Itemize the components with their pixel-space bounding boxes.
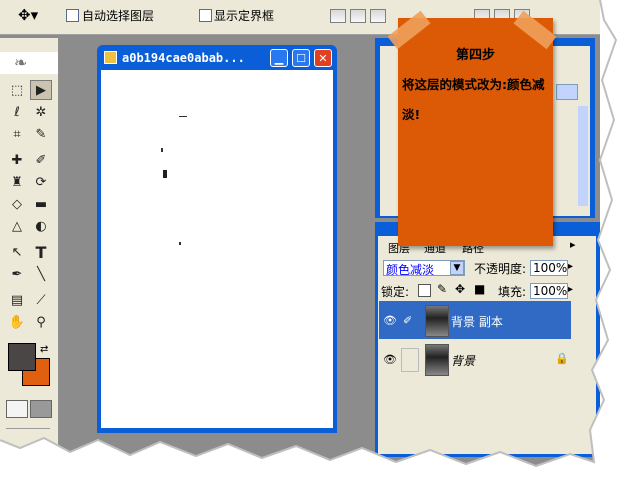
healing-brush-icon[interactable]: ✚	[6, 150, 28, 170]
lock-position-icon[interactable]: ✥	[455, 282, 465, 296]
text-tool-icon[interactable]: T	[30, 242, 52, 262]
document-title: a0b194cae0abab...	[122, 51, 245, 65]
sketch-mark	[163, 170, 167, 178]
panel-menu-button[interactable]	[556, 84, 578, 100]
feather-icon: ❧	[14, 53, 28, 72]
eye-icon[interactable]: 👁	[383, 353, 397, 366]
eyedropper-icon[interactable]: ⟋	[30, 290, 52, 310]
brush-link-icon[interactable]: ✐	[403, 314, 412, 327]
minimize-button[interactable]: ▁	[270, 49, 288, 67]
bounding-box-label: 显示定界框	[214, 9, 275, 23]
gradient-icon[interactable]: ▬	[30, 194, 52, 214]
move-tool-icon[interactable]: ✥▾	[18, 6, 38, 24]
swap-colors-icon[interactable]: ⇄	[40, 344, 48, 355]
lock-pixels-icon[interactable]: ✎	[437, 282, 447, 296]
align-middle-icon[interactable]	[350, 9, 366, 23]
pen-tool-icon[interactable]: ✒	[6, 264, 28, 284]
auto-select-label: 自动选择图层	[82, 9, 155, 23]
panel-options-icon[interactable]: ▸	[570, 238, 576, 251]
standard-mode-icon[interactable]	[6, 400, 28, 418]
document-canvas[interactable]	[101, 70, 333, 428]
fill-label: 填充:	[498, 285, 527, 299]
tool-palette: ❧ ⬚ ▶ ℓ ✲ ⌗ ✎ ✚ ✐ ♜ ⟳ ◇ ▬ △ ◐ ↖ T ✒ ╲ ▤ …	[0, 38, 59, 450]
notes-icon[interactable]: ▤	[6, 290, 28, 310]
blur-icon[interactable]: △	[6, 216, 28, 236]
quickmask-mode-icon[interactable]	[30, 400, 52, 418]
line-tool-icon[interactable]: ╲	[30, 264, 52, 284]
fill-arrow-icon[interactable]: ▸	[568, 284, 573, 295]
lock-all-icon[interactable]: ■	[474, 282, 485, 296]
path-select-icon[interactable]: ▶	[30, 80, 52, 100]
document-icon	[104, 51, 117, 64]
panel-scrollbar[interactable]	[578, 106, 588, 206]
zoom-tool-icon[interactable]: ⚲	[30, 312, 52, 332]
maximize-button[interactable]: ☐	[292, 49, 310, 67]
lock-transparent-icon[interactable]	[418, 284, 431, 297]
path-select-tool-icon[interactable]: ↖	[6, 242, 28, 262]
screen-mode-bar[interactable]	[6, 428, 50, 441]
close-button[interactable]: ✕	[314, 49, 332, 67]
eraser-icon[interactable]: ◇	[6, 194, 28, 214]
layer-thumbnail	[425, 305, 449, 337]
opacity-input[interactable]: 100%	[530, 260, 568, 276]
note-text: 将这层的模式改为:颜色减淡!	[402, 77, 545, 122]
bounding-box-checkbox[interactable]	[199, 9, 212, 22]
eye-icon[interactable]: 👁	[383, 314, 397, 327]
layer-name: 背景	[451, 354, 476, 368]
clone-stamp-icon[interactable]: ♜	[6, 172, 28, 192]
foreground-color-front[interactable]	[8, 343, 36, 371]
magic-wand-icon[interactable]: ✲	[30, 102, 52, 122]
marquee-tool-icon[interactable]: ⬚	[6, 80, 28, 100]
palette-feather-logo: ❧	[0, 52, 58, 74]
opacity-arrow-icon[interactable]: ▸	[568, 261, 573, 272]
sketch-mark	[161, 148, 163, 152]
link-slot[interactable]	[401, 348, 419, 372]
lock-icon: 🔒	[555, 352, 569, 365]
lock-label: 锁定:	[381, 285, 410, 299]
crop-tool-icon[interactable]: ⌗	[6, 124, 28, 144]
layer-name: 背景 副本	[451, 315, 503, 329]
lasso-tool-icon[interactable]: ℓ	[6, 102, 28, 122]
note-heading: 第四步	[455, 48, 495, 63]
slice-tool-icon[interactable]: ✎	[30, 124, 52, 144]
chevron-down-icon[interactable]: ▼	[450, 261, 464, 275]
brush-tool-icon[interactable]: ✐	[30, 150, 52, 170]
layer-row-background[interactable]: 👁 背景 🔒	[379, 340, 571, 378]
hand-tool-icon[interactable]: ✋	[6, 312, 28, 332]
history-brush-icon[interactable]: ⟳	[30, 172, 52, 192]
opacity-label: 不透明度:	[474, 262, 527, 276]
layer-thumbnail	[425, 344, 449, 376]
sketch-mark	[179, 116, 187, 117]
layer-row-background-copy[interactable]: 👁 ✐ 背景 副本	[379, 301, 571, 339]
align-top-icon[interactable]	[330, 9, 346, 23]
sketch-mark	[179, 242, 181, 245]
auto-select-checkbox[interactable]	[66, 9, 79, 22]
fill-input[interactable]: 100%	[530, 283, 568, 299]
align-bottom-icon[interactable]	[370, 9, 386, 23]
dodge-icon[interactable]: ◐	[30, 216, 52, 236]
